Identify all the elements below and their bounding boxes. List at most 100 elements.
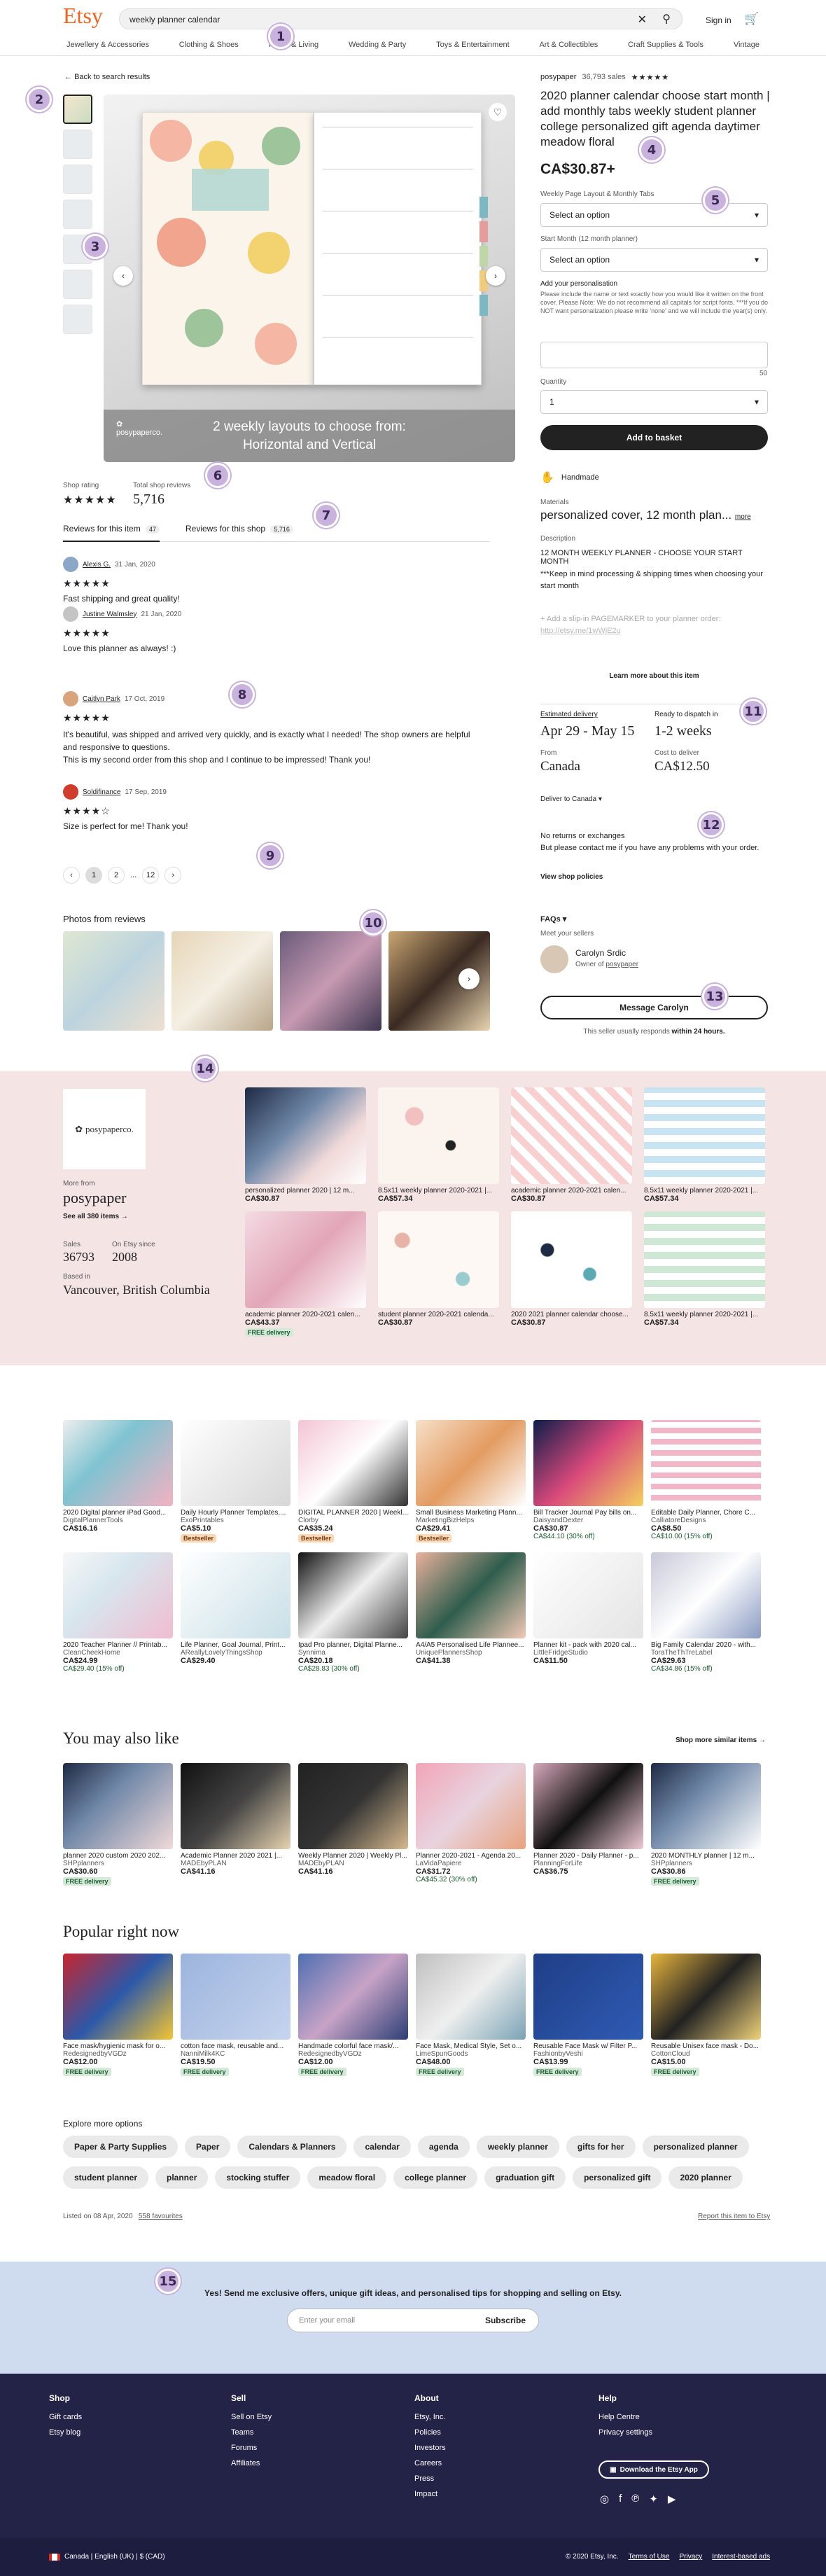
product-image[interactable] [298, 1763, 408, 1849]
shop-item-card[interactable]: personalized planner 2020 | 12 m... CA$30… [245, 1087, 366, 1203]
thumbnail[interactable] [63, 200, 92, 229]
tab-item-reviews[interactable]: Reviews for this item 47 [63, 524, 160, 542]
basket-icon[interactable]: 🛒 [744, 12, 759, 26]
review-photo[interactable] [63, 931, 164, 1031]
favourites-link[interactable]: 558 favourites [139, 2213, 183, 2220]
product-card[interactable]: Handmade colorful face mask/... Redesign… [298, 1954, 408, 2076]
footer-link[interactable]: Press [414, 2474, 446, 2483]
product-card[interactable]: DIGITAL PLANNER 2020 | Weekl... Clorby C… [298, 1420, 408, 1543]
explore-tag[interactable]: Paper & Party Supplies [63, 2136, 178, 2158]
explore-tag[interactable]: agenda [417, 2136, 470, 2158]
shop-item-card[interactable]: 8.5x11 weekly planner 2020-2021 |... CA$5… [644, 1087, 765, 1203]
explore-tag[interactable]: college planner [393, 2166, 478, 2189]
footer-link[interactable]: Sell on Etsy [231, 2413, 272, 2421]
product-image[interactable] [245, 1087, 366, 1184]
tab-shop-reviews[interactable]: Reviews for this shop 5,716 [186, 524, 293, 534]
etsy-logo[interactable]: Etsy [63, 3, 103, 29]
footer-link[interactable]: Forums [231, 2444, 272, 2452]
thumbnail[interactable] [63, 305, 92, 334]
view-policies-link[interactable]: View shop policies [540, 873, 603, 881]
twitter-icon[interactable]: ✦ [649, 2493, 658, 2505]
product-card[interactable]: Daily Hourly Planner Templates,... ExoPr… [181, 1420, 290, 1543]
nav-item[interactable]: Clothing & Shoes [179, 41, 239, 49]
footer-link[interactable]: Privacy settings [598, 2428, 652, 2437]
product-image[interactable] [63, 1763, 173, 1849]
thumbnail[interactable] [63, 270, 92, 299]
product-image[interactable] [416, 1763, 526, 1849]
pinterest-icon[interactable]: ℗ [631, 2493, 639, 2505]
footer-link[interactable]: Impact [414, 2490, 446, 2498]
product-image[interactable] [378, 1211, 499, 1308]
shop-item-card[interactable]: 2020 2021 planner calendar choose... CA$3… [511, 1211, 632, 1337]
personalization-textarea[interactable] [540, 342, 768, 368]
product-image[interactable] [533, 1954, 643, 2040]
start-month-select[interactable]: Select an option ▾ [540, 248, 768, 272]
product-image[interactable] [378, 1087, 499, 1184]
explore-tag[interactable]: calendar [354, 2136, 411, 2158]
shop-logo[interactable]: ✿ posypaperco. [63, 1089, 146, 1169]
thumbnail[interactable] [63, 95, 92, 124]
description-link[interactable]: http://etsy.me/1wWjE2u [540, 627, 621, 635]
product-card[interactable]: Reusable Face Mask w/ Filter P... Fashio… [533, 1954, 643, 2076]
thumbnail[interactable] [63, 165, 92, 194]
product-image[interactable] [511, 1211, 632, 1308]
facebook-icon[interactable]: f [619, 2493, 622, 2505]
page-button[interactable]: 12 [142, 867, 160, 884]
seller-shop-link[interactable]: posypaper [606, 961, 638, 968]
review-photo[interactable] [172, 931, 273, 1031]
nav-item[interactable]: Jewellery & Accessories [66, 41, 149, 49]
search-bar[interactable]: weekly planner calendar ✕ ⚲ [119, 8, 682, 29]
product-card[interactable]: Reusable Unisex face mask - Do... Cotton… [651, 1954, 761, 2076]
deliver-to-select[interactable]: Deliver to Canada ▾ [540, 795, 602, 803]
product-card[interactable]: Life Planner, Goal Journal, Print... ARe… [181, 1552, 290, 1665]
shop-item-card[interactable]: academic planner 2020-2021 calen... CA$30… [511, 1087, 632, 1203]
download-app-button[interactable]: ▣ Download the Etsy App [598, 2460, 709, 2479]
product-image[interactable] [644, 1087, 765, 1184]
product-image[interactable] [533, 1552, 643, 1638]
product-image[interactable] [533, 1763, 643, 1849]
shop-item-card[interactable]: student planner 2020-2021 calenda... CA$3… [378, 1211, 499, 1337]
footer-link[interactable]: Careers [414, 2459, 446, 2467]
nav-item[interactable]: Vintage [734, 41, 760, 49]
product-image[interactable] [416, 1954, 526, 2040]
product-card[interactable]: Ipad Pro planner, Digital Planne... Synn… [298, 1552, 408, 1673]
explore-tag[interactable]: weekly planner [476, 2136, 559, 2158]
explore-tag[interactable]: gifts for her [566, 2136, 636, 2158]
product-card[interactable]: cotton face mask, reusable and... NanniM… [181, 1954, 290, 2076]
next-page-button[interactable]: › [164, 867, 182, 884]
footer-link[interactable]: Gift cards [49, 2413, 82, 2421]
product-image[interactable] [245, 1211, 366, 1308]
prev-page-button[interactable]: ‹ [63, 867, 80, 884]
product-card[interactable]: Planner 2020-2021 - Agenda 20... LaVidaP… [416, 1763, 526, 1884]
privacy-link[interactable]: Privacy [679, 2553, 702, 2561]
seller-avatar[interactable] [540, 945, 568, 973]
product-image[interactable] [416, 1552, 526, 1638]
product-image[interactable] [181, 1420, 290, 1506]
explore-tag[interactable]: personalized planner [642, 2136, 749, 2158]
photos-next-button[interactable]: › [458, 968, 479, 989]
product-card[interactable]: Editable Daily Planner, Chore C... Calli… [651, 1420, 761, 1540]
reviewer-name[interactable]: Soldifinance [83, 788, 120, 796]
product-image[interactable] [651, 1954, 761, 2040]
message-seller-button[interactable]: Message Carolyn [540, 996, 768, 1019]
page-button[interactable]: 1 [85, 867, 102, 884]
see-all-link[interactable]: See all 380 items → [63, 1213, 128, 1220]
product-image[interactable] [651, 1420, 761, 1506]
nav-item[interactable]: Art & Collectibles [539, 41, 598, 49]
favorite-icon[interactable]: ♡ [489, 103, 507, 121]
product-image[interactable] [298, 1552, 408, 1638]
explore-tag[interactable]: 2020 planner [668, 2166, 743, 2189]
product-image[interactable] [181, 1552, 290, 1638]
footer-link[interactable]: Etsy blog [49, 2428, 82, 2437]
product-card[interactable]: Weekly Planner 2020 | Weekly Pl... MADEb… [298, 1763, 408, 1876]
explore-tag[interactable]: graduation gift [484, 2166, 566, 2189]
nav-item[interactable]: Toys & Entertainment [436, 41, 510, 49]
product-card[interactable]: 2020 MONTHLY planner | 12 m... SHPplanne… [651, 1763, 761, 1886]
search-input[interactable]: weekly planner calendar [130, 15, 220, 25]
layout-select[interactable]: Select an option ▾ [540, 203, 768, 227]
product-card[interactable]: 2020 Digital planner iPad Good... Digita… [63, 1420, 173, 1533]
product-image[interactable] [63, 1420, 173, 1506]
thumbnail[interactable] [63, 130, 92, 159]
explore-tag[interactable]: planner [155, 2166, 209, 2189]
explore-tag[interactable]: personalized gift [573, 2166, 662, 2189]
